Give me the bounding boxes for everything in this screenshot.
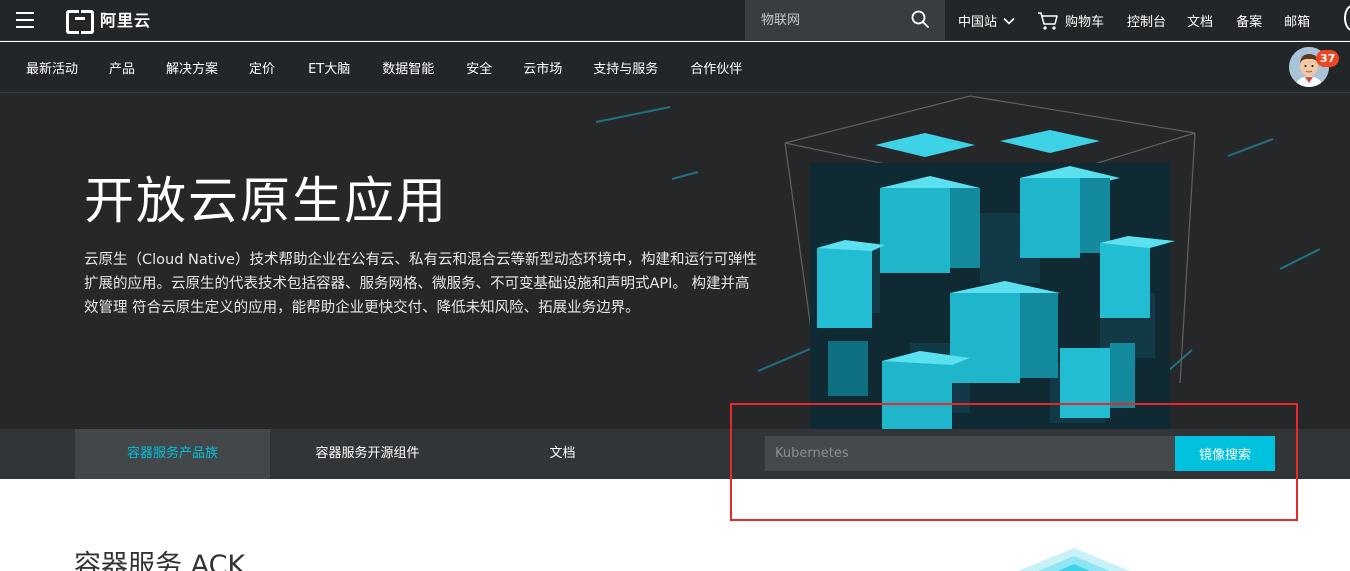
top-search-input[interactable]: [745, 0, 905, 41]
region-label: 中国站: [958, 15, 998, 30]
nav-item-support[interactable]: 支持与服务: [593, 58, 658, 77]
nav-item-data-intelligence[interactable]: 数据智能: [382, 58, 434, 77]
nav-item-et-brain[interactable]: ET大脑: [308, 58, 350, 77]
nav-item-pricing[interactable]: 定价: [249, 58, 275, 77]
cart-label: 购物车: [1065, 15, 1105, 30]
logo-text: 阿里云: [100, 11, 152, 30]
icp-link[interactable]: 备案: [1236, 11, 1262, 30]
product-illustration: [1018, 548, 1130, 571]
notification-badge: 37: [1316, 50, 1340, 67]
main-nav: 最新活动 产品 解决方案 定价 ET大脑 数据智能 安全 云市场 支持与服务 合…: [0, 42, 1350, 93]
tab-open-source[interactable]: 容器服务开源组件: [270, 429, 465, 479]
section-title: 容器服务 ACK: [74, 550, 246, 571]
cart-icon: [1038, 11, 1058, 30]
mail-label: 邮箱: [1284, 15, 1311, 30]
cart-link[interactable]: 购物车: [1037, 11, 1104, 31]
nav-items: 最新活动 产品 解决方案 定价 ET大脑 数据智能 安全 云市场 支持与服务 合…: [26, 42, 742, 92]
chevron-down-icon: [1003, 17, 1015, 25]
nav-item-security[interactable]: 安全: [466, 58, 492, 77]
image-search-input[interactable]: [765, 436, 1175, 471]
hero-banner: 开放云原生应用 云原生（Cloud Native）技术帮助企业在公有云、私有云和…: [0, 93, 1350, 429]
nav-item-products[interactable]: 产品: [109, 58, 135, 77]
menu-icon[interactable]: [14, 9, 36, 31]
user-edge-icon[interactable]: [1344, 5, 1350, 31]
docs-link[interactable]: 文档: [1187, 11, 1213, 30]
aliyun-logo[interactable]: 阿里云: [66, 6, 152, 34]
nav-item-marketplace[interactable]: 云市场: [523, 58, 562, 77]
nav-item-solutions[interactable]: 解决方案: [166, 58, 218, 77]
tab-container-products[interactable]: 容器服务产品族: [75, 429, 270, 479]
hero-title: 开放云原生应用: [84, 172, 448, 230]
nav-item-partners[interactable]: 合作伙伴: [690, 58, 742, 77]
docs-label: 文档: [1187, 15, 1214, 30]
top-bar: 阿里云 中国站 购物车 控制台 文档: [0, 0, 1350, 41]
hero-description: 云原生（Cloud Native）技术帮助企业在公有云、私有云和混合云等新型动态…: [84, 252, 757, 316]
image-search-button[interactable]: 镜像搜索: [1175, 436, 1275, 471]
console-label: 控制台: [1127, 15, 1167, 30]
logo-mark-icon: [66, 10, 94, 34]
top-search-box: [745, 0, 945, 41]
product-tab-bar: 容器服务产品族 容器服务开源组件 文档 镜像搜索: [0, 429, 1350, 479]
region-selector[interactable]: 中国站: [958, 11, 1015, 30]
top-links: 中国站 购物车 控制台 文档 备案 邮箱: [958, 0, 1310, 41]
tab-docs[interactable]: 文档: [465, 429, 660, 479]
search-icon[interactable]: [911, 10, 929, 28]
mail-link[interactable]: 邮箱: [1284, 11, 1310, 30]
console-link[interactable]: 控制台: [1127, 11, 1166, 30]
icp-label: 备案: [1236, 15, 1263, 30]
nav-item-activities[interactable]: 最新活动: [26, 58, 78, 77]
